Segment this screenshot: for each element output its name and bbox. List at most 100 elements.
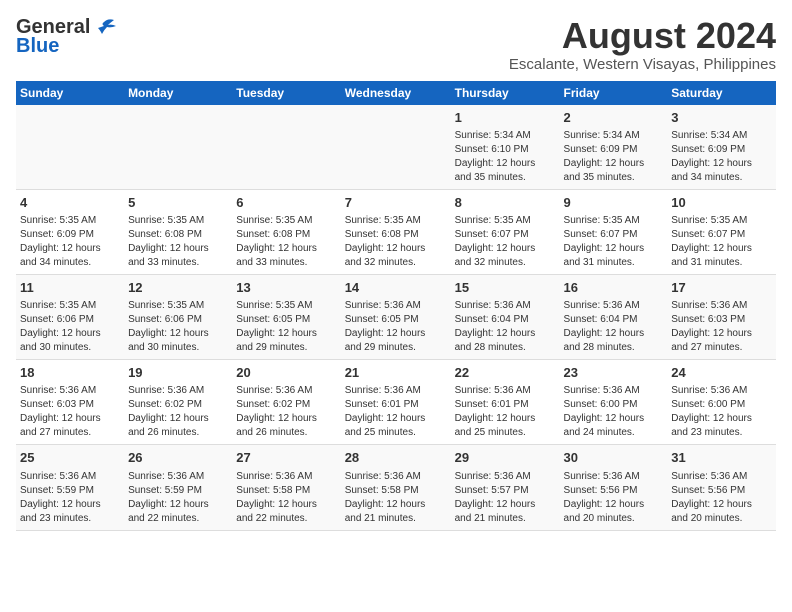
day-info: Sunset: 6:07 PM [455,228,556,242]
day-info: Sunset: 5:58 PM [236,484,336,498]
calendar-cell: 25Sunrise: 5:36 AMSunset: 5:59 PMDayligh… [16,445,124,530]
day-info: Sunrise: 5:35 AM [236,214,336,228]
calendar-week-row: 25Sunrise: 5:36 AMSunset: 5:59 PMDayligh… [16,445,776,530]
day-info: Sunset: 5:58 PM [345,484,447,498]
calendar-cell: 14Sunrise: 5:36 AMSunset: 6:05 PMDayligh… [341,274,451,359]
day-info: and 23 minutes. [20,512,120,526]
day-info: Sunrise: 5:36 AM [128,384,228,398]
calendar-cell: 26Sunrise: 5:36 AMSunset: 5:59 PMDayligh… [124,445,232,530]
calendar-week-row: 4Sunrise: 5:35 AMSunset: 6:09 PMDaylight… [16,189,776,274]
day-info: Sunrise: 5:34 AM [455,129,556,143]
day-info: Sunset: 6:10 PM [455,143,556,157]
day-info: and 21 minutes. [345,512,447,526]
day-info: Daylight: 12 hours [128,412,228,426]
day-info: Daylight: 12 hours [128,498,228,512]
day-info: Sunset: 6:09 PM [671,143,772,157]
logo-blue-text: Blue [16,35,59,58]
day-number: 3 [671,109,772,127]
calendar-cell: 29Sunrise: 5:36 AMSunset: 5:57 PMDayligh… [451,445,560,530]
day-info: Sunset: 6:09 PM [20,228,120,242]
day-info: Sunset: 6:04 PM [564,313,664,327]
day-number: 15 [455,279,556,297]
calendar-cell [341,105,451,190]
day-info: Sunrise: 5:36 AM [236,470,336,484]
day-info: Sunset: 5:56 PM [671,484,772,498]
page-header: General Blue August 2024 Escalante, West… [16,16,776,73]
day-info: Daylight: 12 hours [671,412,772,426]
weekday-header: Sunday [16,81,124,105]
day-number: 18 [20,364,120,382]
day-info: and 27 minutes. [20,426,120,440]
day-info: Sunset: 6:09 PM [564,143,664,157]
weekday-header: Wednesday [341,81,451,105]
calendar-cell: 17Sunrise: 5:36 AMSunset: 6:03 PMDayligh… [667,274,776,359]
calendar-cell: 10Sunrise: 5:35 AMSunset: 6:07 PMDayligh… [667,189,776,274]
day-number: 22 [455,364,556,382]
logo: General Blue [16,16,116,58]
calendar-cell: 23Sunrise: 5:36 AMSunset: 6:00 PMDayligh… [560,360,668,445]
weekday-header: Friday [560,81,668,105]
calendar-week-row: 1Sunrise: 5:34 AMSunset: 6:10 PMDaylight… [16,105,776,190]
day-number: 14 [345,279,447,297]
calendar-cell: 15Sunrise: 5:36 AMSunset: 6:04 PMDayligh… [451,274,560,359]
calendar-cell: 3Sunrise: 5:34 AMSunset: 6:09 PMDaylight… [667,105,776,190]
day-info: Sunset: 6:02 PM [236,398,336,412]
day-info: Daylight: 12 hours [345,498,447,512]
day-info: and 33 minutes. [236,256,336,270]
calendar-cell: 20Sunrise: 5:36 AMSunset: 6:02 PMDayligh… [232,360,340,445]
day-info: Sunrise: 5:36 AM [455,470,556,484]
calendar-cell: 18Sunrise: 5:36 AMSunset: 6:03 PMDayligh… [16,360,124,445]
day-info: Daylight: 12 hours [345,412,447,426]
day-info: Daylight: 12 hours [455,412,556,426]
day-info: Sunrise: 5:36 AM [671,299,772,313]
day-info: Sunset: 6:04 PM [455,313,556,327]
day-info: Sunset: 6:07 PM [671,228,772,242]
day-info: Sunrise: 5:35 AM [128,299,228,313]
day-number: 31 [671,449,772,467]
day-info: Sunrise: 5:36 AM [564,384,664,398]
day-info: Sunrise: 5:36 AM [671,470,772,484]
day-info: Daylight: 12 hours [455,242,556,256]
day-info: and 32 minutes. [455,256,556,270]
day-info: Daylight: 12 hours [564,412,664,426]
page-title: August 2024 [509,16,776,56]
day-info: Sunrise: 5:36 AM [345,384,447,398]
calendar-cell: 28 Sunrise: 5:36 AMSunset: 5:58 PMDayligh… [341,445,451,530]
day-info: Sunrise: 5:34 AM [671,129,772,143]
day-info: and 28 minutes. [455,341,556,355]
day-number: 7 [345,194,447,212]
day-info: and 34 minutes. [20,256,120,270]
weekday-header: Monday [124,81,232,105]
calendar-cell [124,105,232,190]
day-info: and 25 minutes. [345,426,447,440]
day-number: 20 [236,364,336,382]
day-info: Daylight: 12 hours [20,412,120,426]
day-info: Sunrise: 5:36 AM [128,470,228,484]
day-number: 30 [564,449,664,467]
day-number: 6 [236,194,336,212]
day-info: and 26 minutes. [128,426,228,440]
day-info: Daylight: 12 hours [236,412,336,426]
day-number: 9 [564,194,664,212]
day-info: Daylight: 12 hours [564,242,664,256]
day-info: and 35 minutes. [564,171,664,185]
day-info: Sunset: 6:08 PM [345,228,447,242]
day-info: Daylight: 12 hours [564,327,664,341]
day-info: Sunrise: 5:36 AM [20,384,120,398]
day-info: Sunset: 6:08 PM [128,228,228,242]
day-number: 13 [236,279,336,297]
day-number: 8 [455,194,556,212]
day-info: and 22 minutes. [236,512,336,526]
day-info: Sunrise: 5:35 AM [128,214,228,228]
day-info: Sunrise: 5:35 AM [671,214,772,228]
day-info: Daylight: 12 hours [236,498,336,512]
calendar-week-row: 18Sunrise: 5:36 AMSunset: 6:03 PMDayligh… [16,360,776,445]
day-number: 28 [345,449,447,467]
calendar-cell [232,105,340,190]
day-info: and 32 minutes. [345,256,447,270]
calendar-cell: 16Sunrise: 5:36 AMSunset: 6:04 PMDayligh… [560,274,668,359]
day-info: Sunrise: 5:36 AM [345,470,447,484]
day-info: Daylight: 12 hours [128,242,228,256]
day-number: 27 [236,449,336,467]
weekday-header: Thursday [451,81,560,105]
